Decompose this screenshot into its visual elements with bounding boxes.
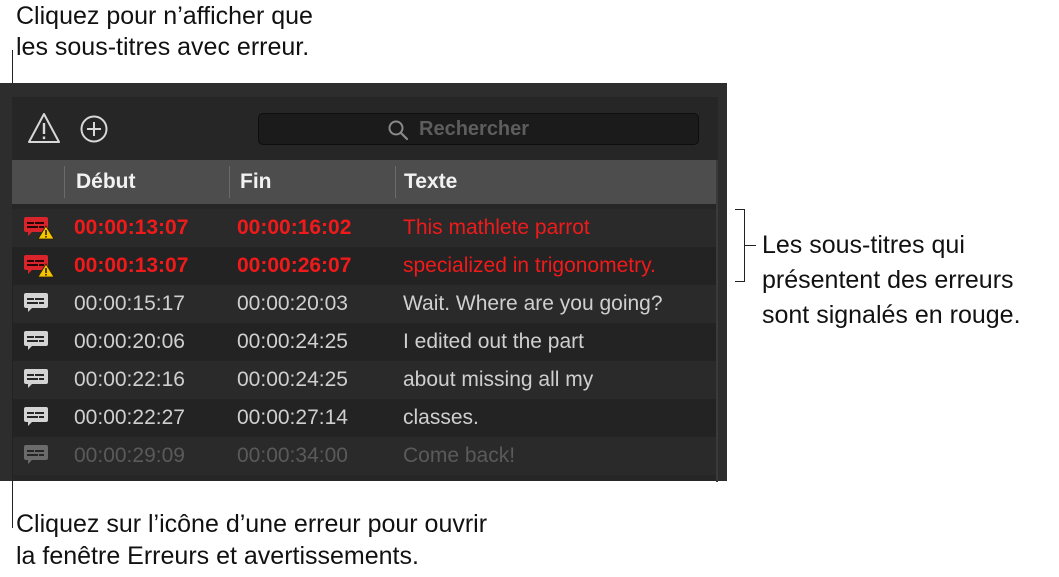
search-field[interactable]: Rechercher	[258, 113, 699, 145]
column-separator	[64, 166, 65, 198]
cell-start: 00:00:13:07	[74, 216, 189, 239]
scrollbar[interactable]	[716, 160, 718, 482]
cell-end: 00:00:27:14	[237, 406, 348, 429]
table-row[interactable]: 00:00:15:17 00:00:20:03 Wait. Where are yo…	[12, 285, 716, 323]
cell-text: Come back!	[403, 444, 516, 467]
callout-icon-line1: Cliquez sur l’icône d’une erreur pour ou…	[16, 510, 488, 538]
caption-bubble-icon	[24, 407, 48, 426]
caption-bubble-icon	[24, 331, 48, 350]
callout-filter-line1: Cliquez pour n’afficher que	[16, 2, 313, 30]
plus-circle-icon[interactable]	[79, 114, 109, 144]
table-row[interactable]: 00:00:22:16 00:00:24:25 about missing all …	[12, 361, 716, 399]
table-row[interactable]: 00:00:13:07 00:00:16:02 This mathlete parr…	[12, 209, 716, 247]
caption-error-icon[interactable]	[22, 253, 56, 279]
cell-start: 00:00:22:16	[74, 368, 185, 391]
caption-error-icon[interactable]	[22, 215, 56, 241]
cell-end: 00:00:24:25	[237, 330, 348, 353]
callout-red-line3: sont signalés en rouge.	[762, 301, 1021, 329]
cell-end: 00:00:16:02	[237, 216, 352, 239]
cell-text: I edited out the part	[403, 330, 584, 353]
column-header-end[interactable]: Fin	[240, 160, 272, 204]
search-icon	[388, 120, 409, 141]
leader-icon-horizontal	[12, 258, 24, 259]
caption-bubble-icon	[24, 369, 48, 388]
callout-red-line1: Les sous-titres qui	[762, 231, 965, 259]
table-row[interactable]: 00:00:20:06 00:00:24:25 I edited out the p…	[12, 323, 716, 361]
table-row[interactable]: 00:00:22:27 00:00:27:14 classes.	[12, 399, 716, 437]
column-header-text[interactable]: Texte	[404, 160, 457, 204]
cell-start: 00:00:29:09	[74, 444, 185, 467]
callout-filter-line2: les sous-titres avec erreur.	[16, 33, 310, 61]
cell-text: Wait. Where are you going?	[403, 292, 663, 315]
bracket-pointer	[744, 245, 756, 246]
caption-bubble-icon	[24, 293, 48, 312]
warning-triangle-icon[interactable]	[26, 111, 62, 145]
cell-start: 00:00:20:06	[74, 330, 185, 353]
cell-text: specialized in trigonometry.	[403, 254, 656, 277]
table-row[interactable]: 00:00:29:09 00:00:34:00 Come back!	[12, 437, 716, 475]
cell-text: about missing all my	[403, 368, 594, 391]
callout-red-line2: présentent des erreurs	[762, 266, 1014, 294]
bracket-bottom	[735, 281, 745, 282]
caption-bubble-icon	[24, 445, 48, 464]
cell-end: 00:00:34:00	[237, 444, 348, 467]
cell-start: 00:00:15:17	[74, 292, 185, 315]
leader-icon-vertical	[12, 258, 13, 528]
search-placeholder: Rechercher	[419, 118, 530, 140]
table-header: Début Fin Texte	[12, 160, 716, 204]
cell-end: 00:00:20:03	[237, 292, 348, 315]
cell-start: 00:00:13:07	[74, 254, 189, 277]
column-separator	[229, 166, 230, 198]
column-separator	[395, 166, 396, 198]
table-row[interactable]: 00:00:13:07 00:00:26:07 specialized in tri…	[12, 247, 716, 285]
cell-end: 00:00:26:07	[237, 254, 352, 277]
cell-end: 00:00:24:25	[237, 368, 348, 391]
cell-text: classes.	[403, 406, 479, 429]
cell-start: 00:00:22:27	[74, 406, 185, 429]
callout-icon-line2: la fenêtre Erreurs et avertissements.	[16, 542, 419, 570]
cell-text: This mathlete parrot	[403, 216, 590, 239]
column-header-start[interactable]: Début	[76, 160, 136, 204]
